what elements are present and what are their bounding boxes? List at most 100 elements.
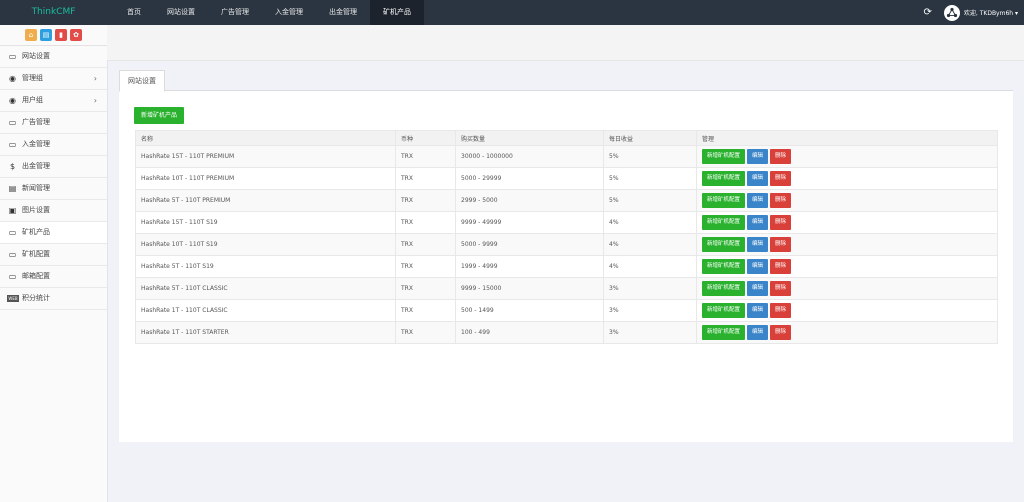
sidebar-item[interactable]: ▣ 图片设置 — [0, 200, 107, 222]
table-cell: HashRate 10T - 110T PREMIUM — [135, 167, 396, 190]
sidebar-item-label: 图片设置 — [22, 206, 50, 214]
add-config-button[interactable]: 新增矿机配置 — [702, 215, 746, 230]
table-cell: HashRate 5T - 110T CLASSIC — [135, 277, 396, 300]
table-cell: TRX — [395, 255, 456, 278]
delete-button[interactable]: 删除 — [770, 237, 792, 252]
table-row: HashRate 15T - 110T S19 TRX 9999 - 49999 4%… — [135, 211, 998, 234]
home-icon[interactable]: ⌂ — [25, 29, 37, 41]
monitor-icon: ▭ — [8, 272, 17, 281]
user-circle-icon: ◉ — [9, 74, 16, 83]
table-cell: TRX — [395, 145, 456, 168]
edit-button[interactable]: 编辑 — [747, 149, 769, 164]
add-config-button[interactable]: 新增矿机配置 — [702, 259, 746, 274]
edit-button[interactable]: 编辑 — [747, 281, 769, 296]
column-header: 名称 — [135, 130, 396, 146]
sidebar-item[interactable]: ◉ 用户组 › — [0, 90, 107, 112]
sidebar-item-label: 广告管理 — [22, 118, 50, 126]
sidebar-item[interactable]: WEB 积分统计 — [0, 288, 107, 310]
sidebar-item[interactable]: ▭ 广告管理 — [0, 112, 107, 134]
add-config-button[interactable]: 新增矿机配置 — [702, 281, 746, 296]
sidebar-item[interactable]: ▭ 邮箱配置 — [0, 266, 107, 288]
product-table: 名称 币种 购买数量 每日收益 管理 HashRate 15T - 110T PREMI… — [135, 130, 998, 344]
sidebar: ⌂ ▤ ▮ ✿ ▭ 网站设置 ◉ 管理组 › ◉ 用户组 › ▭ 广告管理 ▭ 入金管理 $ 出金管理 ▤ 新闻管理… — [0, 25, 108, 502]
add-config-button[interactable]: 新增矿机配置 — [702, 171, 746, 186]
sidebar-item-label: 出金管理 — [22, 162, 50, 170]
edit-button[interactable]: 编辑 — [747, 193, 769, 208]
table-row: HashRate 5T - 110T PREMIUM TRX 2999 - 5000… — [135, 189, 998, 212]
file-icon[interactable]: ▤ — [40, 29, 52, 41]
edit-button[interactable]: 编辑 — [747, 325, 769, 340]
delete-button[interactable]: 删除 — [770, 171, 792, 186]
sidebar-item[interactable]: $ 出金管理 — [0, 156, 107, 178]
table-cell: TRX — [395, 167, 456, 190]
actions-cell: 新增矿机配置 编辑 删除 — [696, 233, 998, 256]
delete-button[interactable]: 删除 — [770, 149, 792, 164]
edit-button[interactable]: 编辑 — [747, 215, 769, 230]
add-config-button[interactable]: 新增矿机配置 — [702, 325, 746, 340]
dollar-icon: $ — [9, 162, 16, 171]
newspaper-icon: ▤ — [8, 184, 17, 193]
nav-item[interactable]: 出金管理 — [316, 0, 370, 25]
column-header: 每日收益 — [603, 130, 697, 146]
sidebar-item-label: 新闻管理 — [22, 184, 50, 192]
delete-button[interactable]: 删除 — [770, 215, 792, 230]
edit-button[interactable]: 编辑 — [747, 303, 769, 318]
top-bar: ThinkCMF 首页 网站设置 广告管理 入金管理 出金管理 矿机产品 ⟳ 欢迎, TK… — [0, 0, 1024, 25]
sidebar-item[interactable]: ▭ 入金管理 — [0, 134, 107, 156]
edit-button[interactable]: 编辑 — [747, 171, 769, 186]
table-cell: TRX — [395, 211, 456, 234]
add-config-button[interactable]: 新增矿机配置 — [702, 193, 746, 208]
delete-button[interactable]: 删除 — [770, 259, 792, 274]
table-cell: 5000 - 29999 — [455, 167, 604, 190]
table-cell: HashRate 5T - 110T PREMIUM — [135, 189, 396, 212]
add-config-button[interactable]: 新增矿机配置 — [702, 303, 746, 318]
refresh-icon[interactable]: ⟳ — [924, 7, 932, 18]
add-config-button[interactable]: 新增矿机配置 — [702, 149, 746, 164]
user-menu[interactable]: 欢迎, TKDBym6h ▾ — [964, 8, 1018, 17]
quick-actions: ⌂ ▤ ▮ ✿ — [0, 25, 107, 46]
sidebar-item-label: 矿机配置 — [22, 250, 50, 258]
delete-button[interactable]: 删除 — [770, 303, 792, 318]
chevron-right-icon: › — [93, 74, 97, 83]
app-logo[interactable]: ThinkCMF — [0, 0, 107, 25]
actions-cell: 新增矿机配置 编辑 删除 — [696, 321, 998, 344]
edit-button[interactable]: 编辑 — [747, 259, 769, 274]
tab-site-settings[interactable]: 网站设置 — [119, 70, 165, 92]
nav-item[interactable]: 矿机产品 — [370, 0, 424, 25]
nav-item[interactable]: 广告管理 — [208, 0, 262, 25]
delete-button[interactable]: 删除 — [770, 193, 792, 208]
delete-button[interactable]: 删除 — [770, 325, 792, 340]
table-cell: 1999 - 4999 — [455, 255, 604, 278]
monitor-icon: ▭ — [8, 228, 17, 237]
monitor-icon: ▭ — [8, 140, 17, 149]
nav-item[interactable]: 首页 — [114, 0, 154, 25]
sidebar-item-label: 管理组 — [22, 74, 43, 82]
table-row: HashRate 5T - 110T S19 TRX 1999 - 4999 4% 新增… — [135, 255, 998, 278]
sidebar-item[interactable]: ▭ 网站设置 — [0, 46, 107, 68]
add-config-button[interactable]: 新增矿机配置 — [702, 237, 746, 252]
monitor-icon: ▭ — [8, 118, 17, 127]
table-row: HashRate 1T - 110T STARTER TRX 100 - 499 3%… — [135, 321, 998, 344]
table-cell: 5% — [603, 189, 697, 212]
edit-button[interactable]: 编辑 — [747, 237, 769, 252]
delete-button[interactable]: 删除 — [770, 281, 792, 296]
nav-item[interactable]: 入金管理 — [262, 0, 316, 25]
table-cell: TRX — [395, 299, 456, 322]
table-row: HashRate 10T - 110T S19 TRX 5000 - 9999 4% 新… — [135, 233, 998, 256]
table-cell: 9999 - 15000 — [455, 277, 604, 300]
table-cell: HashRate 1T - 110T CLASSIC — [135, 299, 396, 322]
table-cell: 4% — [603, 255, 697, 278]
column-header: 币种 — [395, 130, 456, 146]
sidebar-item[interactable]: ▭ 矿机产品 — [0, 222, 107, 244]
monitor-icon: ▭ — [8, 52, 17, 61]
content-panel: 网站设置 新增矿机产品 名称 币种 购买数量 每日收益 管理 HashRate 15T … — [119, 70, 1013, 442]
trash-icon[interactable]: ▮ — [55, 29, 67, 41]
gear-icon[interactable]: ✿ — [70, 29, 82, 41]
add-miner-product-button[interactable]: 新增矿机产品 — [134, 107, 185, 124]
sidebar-item[interactable]: ◉ 管理组 › — [0, 68, 107, 90]
table-cell: 100 - 499 — [455, 321, 604, 344]
avatar[interactable] — [943, 4, 960, 21]
nav-item[interactable]: 网站设置 — [154, 0, 208, 25]
sidebar-item[interactable]: ▤ 新闻管理 — [0, 178, 107, 200]
sidebar-item[interactable]: ▭ 矿机配置 — [0, 244, 107, 266]
